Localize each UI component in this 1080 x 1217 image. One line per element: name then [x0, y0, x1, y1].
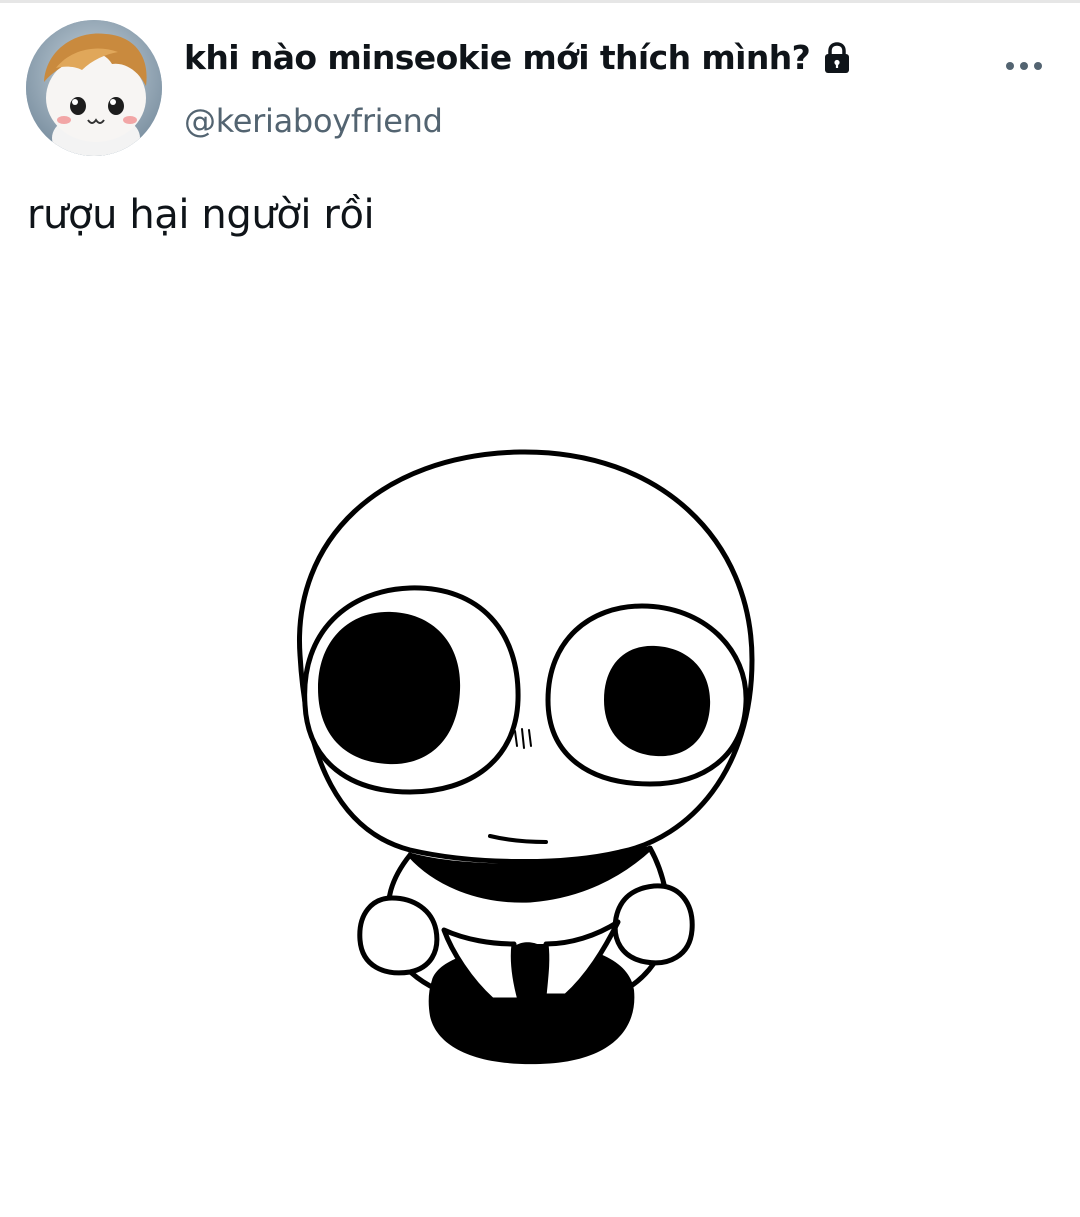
tweet-text: rượu hại người rồi	[27, 192, 375, 238]
author-name-row: khi nào minseokie mới thích mình?	[184, 38, 854, 77]
more-dots-icon	[1006, 62, 1042, 70]
plush-toy-avatar-icon	[26, 20, 162, 156]
more-options-button[interactable]	[996, 46, 1052, 86]
author-handle[interactable]: @keriaboyfriend	[184, 102, 443, 140]
author-avatar[interactable]	[26, 20, 162, 156]
author-display-name[interactable]: khi nào minseokie mới thích mình?	[184, 38, 811, 77]
cartoon-character-illustration	[297, 449, 755, 1065]
top-divider	[0, 0, 1080, 3]
lock-icon	[820, 41, 854, 75]
tweet-media-image[interactable]	[0, 300, 1080, 1190]
